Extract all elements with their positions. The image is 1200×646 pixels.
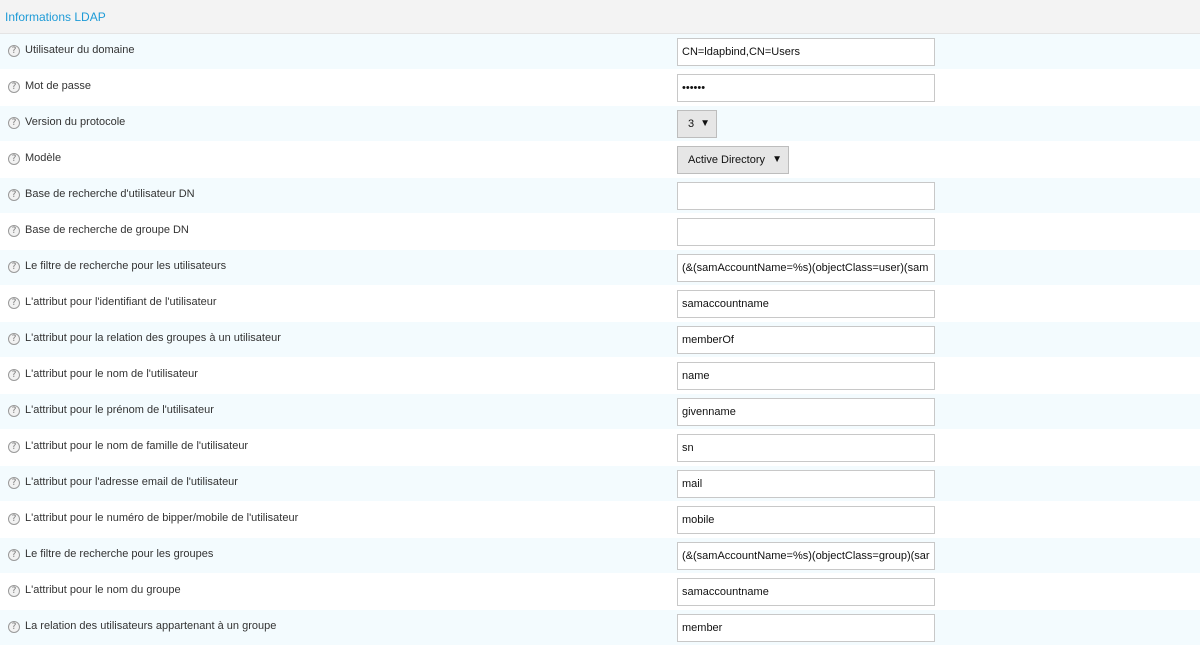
field-label: Modèle [25, 152, 62, 164]
model-select[interactable]: Active Directory ▼ [677, 146, 789, 174]
dropdown-arrow-icon: ▼ [700, 118, 710, 129]
ldap-settings-panel: Informations LDAP ? Utilisateur du domai… [0, 0, 1200, 646]
field-row-group-base-dn: ? Base de recherche de groupe DN [0, 214, 1200, 250]
field-label: L'attribut pour le nom de l'utilisateur [25, 368, 198, 380]
field-label: L'attribut pour l'adresse email de l'uti… [25, 476, 238, 488]
field-row-group-member-relation: ? La relation des utilisateurs appartena… [0, 610, 1200, 646]
group-base-dn-input[interactable] [677, 218, 935, 246]
field-label: L'attribut pour la relation des groupes … [25, 332, 281, 344]
field-row-model: ? Modèle Active Directory ▼ [0, 142, 1200, 178]
field-label: Le filtre de recherche pour les groupes [25, 548, 214, 560]
field-row-user-filter: ? Le filtre de recherche pour les utilis… [0, 250, 1200, 286]
help-icon[interactable]: ? [8, 369, 20, 381]
select-value: 3 [688, 118, 695, 130]
field-row-firstname-attribute: ? L'attribut pour le prénom de l'utilisa… [0, 394, 1200, 430]
group-filter-input[interactable] [677, 542, 935, 570]
help-icon[interactable]: ? [8, 117, 20, 129]
help-icon[interactable]: ? [8, 513, 20, 525]
field-row-group-name-attribute: ? L'attribut pour le nom du groupe [0, 574, 1200, 610]
user-name-attribute-input[interactable] [677, 362, 935, 390]
help-icon[interactable]: ? [8, 405, 20, 417]
help-icon[interactable]: ? [8, 333, 20, 345]
user-filter-input[interactable] [677, 254, 935, 282]
field-label: Le filtre de recherche pour les utilisat… [25, 260, 227, 272]
field-row-mobile-attribute: ? L'attribut pour le numéro de bipper/mo… [0, 502, 1200, 538]
field-label: Mot de passe [25, 80, 92, 92]
user-group-relation-input[interactable] [677, 326, 935, 354]
help-icon[interactable]: ? [8, 621, 20, 633]
mobile-attribute-input[interactable] [677, 506, 935, 534]
field-label: L'attribut pour l'identifiant de l'utili… [25, 296, 217, 308]
field-label: Base de recherche de groupe DN [25, 224, 189, 236]
help-icon[interactable]: ? [8, 189, 20, 201]
user-id-attribute-input[interactable] [677, 290, 935, 318]
user-base-dn-input[interactable] [677, 182, 935, 210]
field-label: L'attribut pour le nom du groupe [25, 584, 181, 596]
field-label: La relation des utilisateurs appartenant… [25, 620, 277, 632]
select-value: Active Directory [688, 154, 766, 166]
help-icon[interactable]: ? [8, 477, 20, 489]
dropdown-arrow-icon: ▼ [772, 154, 782, 165]
help-icon[interactable]: ? [8, 585, 20, 597]
help-icon[interactable]: ? [8, 261, 20, 273]
field-row-password: ? Mot de passe [0, 70, 1200, 106]
field-label: L'attribut pour le numéro de bipper/mobi… [25, 512, 299, 524]
group-member-relation-input[interactable] [677, 614, 935, 642]
field-row-lastname-attribute: ? L'attribut pour le nom de famille de l… [0, 430, 1200, 466]
field-row-user-group-relation: ? L'attribut pour la relation des groupe… [0, 322, 1200, 358]
group-name-attribute-input[interactable] [677, 578, 935, 606]
help-icon[interactable]: ? [8, 153, 20, 165]
panel-title: Informations LDAP [5, 10, 106, 24]
field-label: Version du protocole [25, 116, 126, 128]
help-icon[interactable]: ? [8, 225, 20, 237]
protocol-version-select[interactable]: 3 ▼ [677, 110, 717, 138]
field-row-email-attribute: ? L'attribut pour l'adresse email de l'u… [0, 466, 1200, 502]
field-row-group-filter: ? Le filtre de recherche pour les groupe… [0, 538, 1200, 574]
field-row-user-base-dn: ? Base de recherche d'utilisateur DN [0, 178, 1200, 214]
help-icon[interactable]: ? [8, 549, 20, 561]
field-label: L'attribut pour le prénom de l'utilisate… [25, 404, 214, 416]
email-attribute-input[interactable] [677, 470, 935, 498]
help-icon[interactable]: ? [8, 81, 20, 93]
help-icon[interactable]: ? [8, 45, 20, 57]
domain-user-input[interactable] [677, 38, 935, 66]
field-label: L'attribut pour le nom de famille de l'u… [25, 440, 249, 452]
field-row-domain-user: ? Utilisateur du domaine [0, 34, 1200, 70]
field-label: Base de recherche d'utilisateur DN [25, 188, 195, 200]
field-row-user-name-attribute: ? L'attribut pour le nom de l'utilisateu… [0, 358, 1200, 394]
lastname-attribute-input[interactable] [677, 434, 935, 462]
field-row-protocol-version: ? Version du protocole 3 ▼ [0, 106, 1200, 142]
help-icon[interactable]: ? [8, 441, 20, 453]
password-input[interactable] [677, 74, 935, 102]
firstname-attribute-input[interactable] [677, 398, 935, 426]
panel-header: Informations LDAP [0, 0, 1200, 34]
help-icon[interactable]: ? [8, 297, 20, 309]
field-row-user-id-attribute: ? L'attribut pour l'identifiant de l'uti… [0, 286, 1200, 322]
field-label: Utilisateur du domaine [25, 44, 135, 56]
